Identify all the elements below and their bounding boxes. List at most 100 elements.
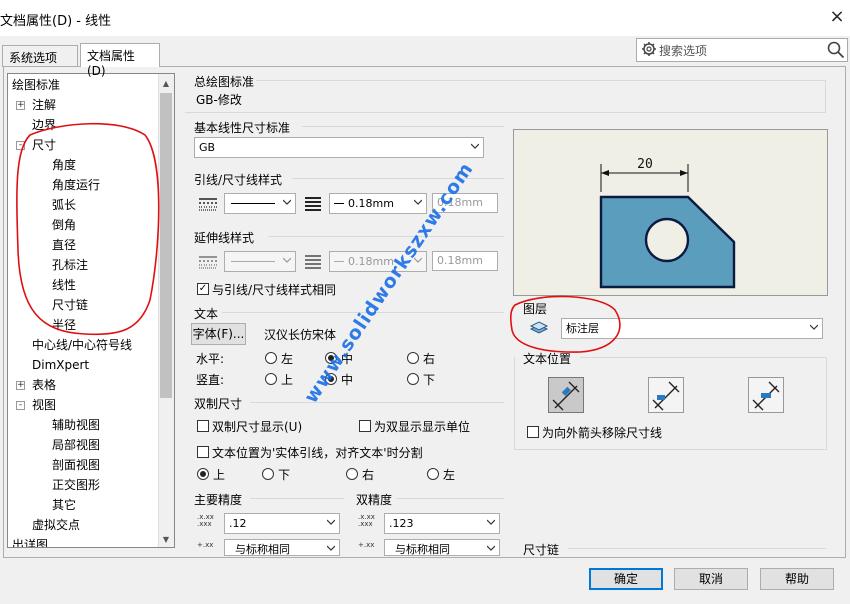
tree-item[interactable]: 中心线/中心符号线 xyxy=(32,336,132,354)
ext-style-select[interactable] xyxy=(224,251,296,272)
horiz-left-radio[interactable] xyxy=(265,352,277,364)
tree-item[interactable]: 半径 xyxy=(52,316,76,334)
tree-item[interactable]: 弧长 xyxy=(52,196,76,214)
precision-icon: .x.xx .xxx xyxy=(358,513,375,528)
tree-item[interactable]: 虚拟交点 xyxy=(32,516,80,534)
close-icon[interactable]: × xyxy=(826,6,848,28)
chevron-down-icon xyxy=(471,143,479,149)
vert-bottom-label: 下 xyxy=(423,373,436,387)
dim-chain-label: 尺寸链 xyxy=(523,543,560,557)
dual-units-checkbox[interactable] xyxy=(359,420,371,432)
scroll-down-icon[interactable]: ▼ xyxy=(158,532,174,548)
vert-top-radio[interactable] xyxy=(265,373,277,385)
leader-thickness-select[interactable]: 0.18mm xyxy=(329,193,427,214)
tree-item[interactable]: 出详图 xyxy=(12,536,48,547)
tree-item[interactable]: 绘图标准 xyxy=(12,76,60,94)
tree-expander-icon[interactable]: - xyxy=(16,401,25,410)
tree-item[interactable]: 尺寸链 xyxy=(52,296,88,314)
tree-item[interactable]: 孔标注 xyxy=(52,256,88,274)
overall-standard-value: GB-修改 xyxy=(196,93,242,107)
line-thickness-icon xyxy=(305,197,321,211)
text-pos-horizontal-button[interactable] xyxy=(748,377,784,413)
dual-down-label: 下 xyxy=(278,468,291,482)
chevron-down-icon xyxy=(283,199,291,205)
tree-item[interactable]: 角度运行 xyxy=(52,176,100,194)
same-as-leader-checkbox[interactable]: ✓ xyxy=(197,283,209,295)
tree-item[interactable]: 正交图形 xyxy=(52,476,100,494)
horiz-right-label: 右 xyxy=(423,352,436,366)
tree-item[interactable]: 视图 xyxy=(32,396,56,414)
tree-expander-icon[interactable]: - xyxy=(16,141,25,150)
layer-select[interactable]: 标注层 xyxy=(561,318,823,339)
tree-item[interactable]: 表格 xyxy=(32,376,56,394)
solid-line-sample xyxy=(231,261,275,262)
primary-tolerance-value: 与标称相同 xyxy=(235,543,290,556)
chevron-down-icon xyxy=(283,257,291,263)
primary-tolerance-select[interactable]: 与标称相同 xyxy=(224,539,340,556)
tree-expander-icon[interactable]: + xyxy=(16,381,25,390)
group-border xyxy=(514,449,827,450)
font-button[interactable]: 字体(F)... xyxy=(191,323,246,345)
tree-item[interactable]: 尺寸 xyxy=(32,136,56,154)
dual-right-radio[interactable] xyxy=(346,468,358,480)
horizontal-label: 水平: xyxy=(196,352,225,366)
tree-item[interactable]: DimXpert xyxy=(32,356,89,374)
tree-item[interactable]: 局部视图 xyxy=(52,436,100,454)
tree-item[interactable]: 线性 xyxy=(52,276,76,294)
group-border xyxy=(185,112,826,113)
dual-up-radio[interactable] xyxy=(197,468,209,480)
tree-expander-icon[interactable]: + xyxy=(16,101,25,110)
layer-label: 图层 xyxy=(523,302,548,316)
dual-right-label: 右 xyxy=(362,468,375,482)
dual-split-checkbox[interactable] xyxy=(197,446,209,458)
tree-item[interactable]: 剖面视图 xyxy=(52,456,100,474)
tree-item[interactable]: 倒角 xyxy=(52,216,76,234)
remove-dim-line-label: 为向外箭头移除尺寸线 xyxy=(542,426,663,440)
dimension-preview: 20 xyxy=(513,129,828,296)
dual-show-checkbox[interactable] xyxy=(197,420,209,432)
tree-item[interactable]: 直径 xyxy=(52,236,76,254)
options-tree: 绘图标准 + 注解 边界 - 尺寸 角度 角度运行 弧长 倒角 直径 孔标注 线性 尺寸链 半径 中心线/中心… xyxy=(7,73,175,548)
ok-button[interactable]: 确定 xyxy=(589,568,663,590)
dim-horizontal-icon xyxy=(752,381,780,411)
text-pos-aligned-button[interactable] xyxy=(548,377,584,413)
tree-item[interactable]: 边界 xyxy=(32,116,56,134)
ext-custom-thickness[interactable]: 0.18mm xyxy=(432,251,498,271)
group-divider xyxy=(568,548,826,549)
tab-system-options[interactable]: 系统选项(S) xyxy=(2,45,78,80)
dual-units-label: 为双显示显示单位 xyxy=(374,420,471,434)
dual-precision-select[interactable]: .123 xyxy=(384,513,500,534)
scrollbar-thumb[interactable] xyxy=(160,93,172,398)
vert-bottom-radio[interactable] xyxy=(407,373,419,385)
base-standard-select[interactable]: GB xyxy=(194,137,484,158)
search-icon[interactable] xyxy=(827,41,845,59)
leader-style-select[interactable] xyxy=(224,193,296,214)
remove-dim-line-checkbox[interactable] xyxy=(527,426,539,438)
dual-group-label: 双制尺寸 xyxy=(194,397,243,411)
layer-icon xyxy=(529,321,549,334)
primary-precision-value: .12 xyxy=(229,517,247,530)
dim-broken-icon xyxy=(652,381,680,411)
tree-item[interactable]: 角度 xyxy=(52,156,76,174)
tree-item[interactable]: 注解 xyxy=(32,96,56,114)
dual-left-radio[interactable] xyxy=(427,468,439,480)
vert-middle-label: 中 xyxy=(341,373,354,387)
text-pos-broken-button[interactable] xyxy=(648,377,684,413)
dual-down-radio[interactable] xyxy=(262,468,274,480)
search-input[interactable]: 搜索选项 xyxy=(636,38,848,62)
scroll-up-icon[interactable]: ▲ xyxy=(158,76,174,92)
horiz-right-radio[interactable] xyxy=(407,352,419,364)
overall-standard-label: 总绘图标准 xyxy=(194,75,255,89)
dual-left-label: 左 xyxy=(443,468,456,482)
primary-precision-select[interactable]: .12 xyxy=(224,513,340,534)
group-divider xyxy=(256,80,826,81)
chevron-down-icon xyxy=(487,519,495,525)
cancel-button[interactable]: 取消 xyxy=(674,568,748,590)
tab-document-properties[interactable]: 文档属性(D) xyxy=(80,43,160,78)
dual-tolerance-select[interactable]: 与标称相同 xyxy=(384,539,500,556)
group-divider xyxy=(580,357,826,358)
help-button[interactable]: 帮助 xyxy=(760,568,834,590)
group-border xyxy=(825,80,826,112)
tree-item[interactable]: 其它 xyxy=(52,496,76,514)
tree-item[interactable]: 辅助视图 xyxy=(52,416,100,434)
